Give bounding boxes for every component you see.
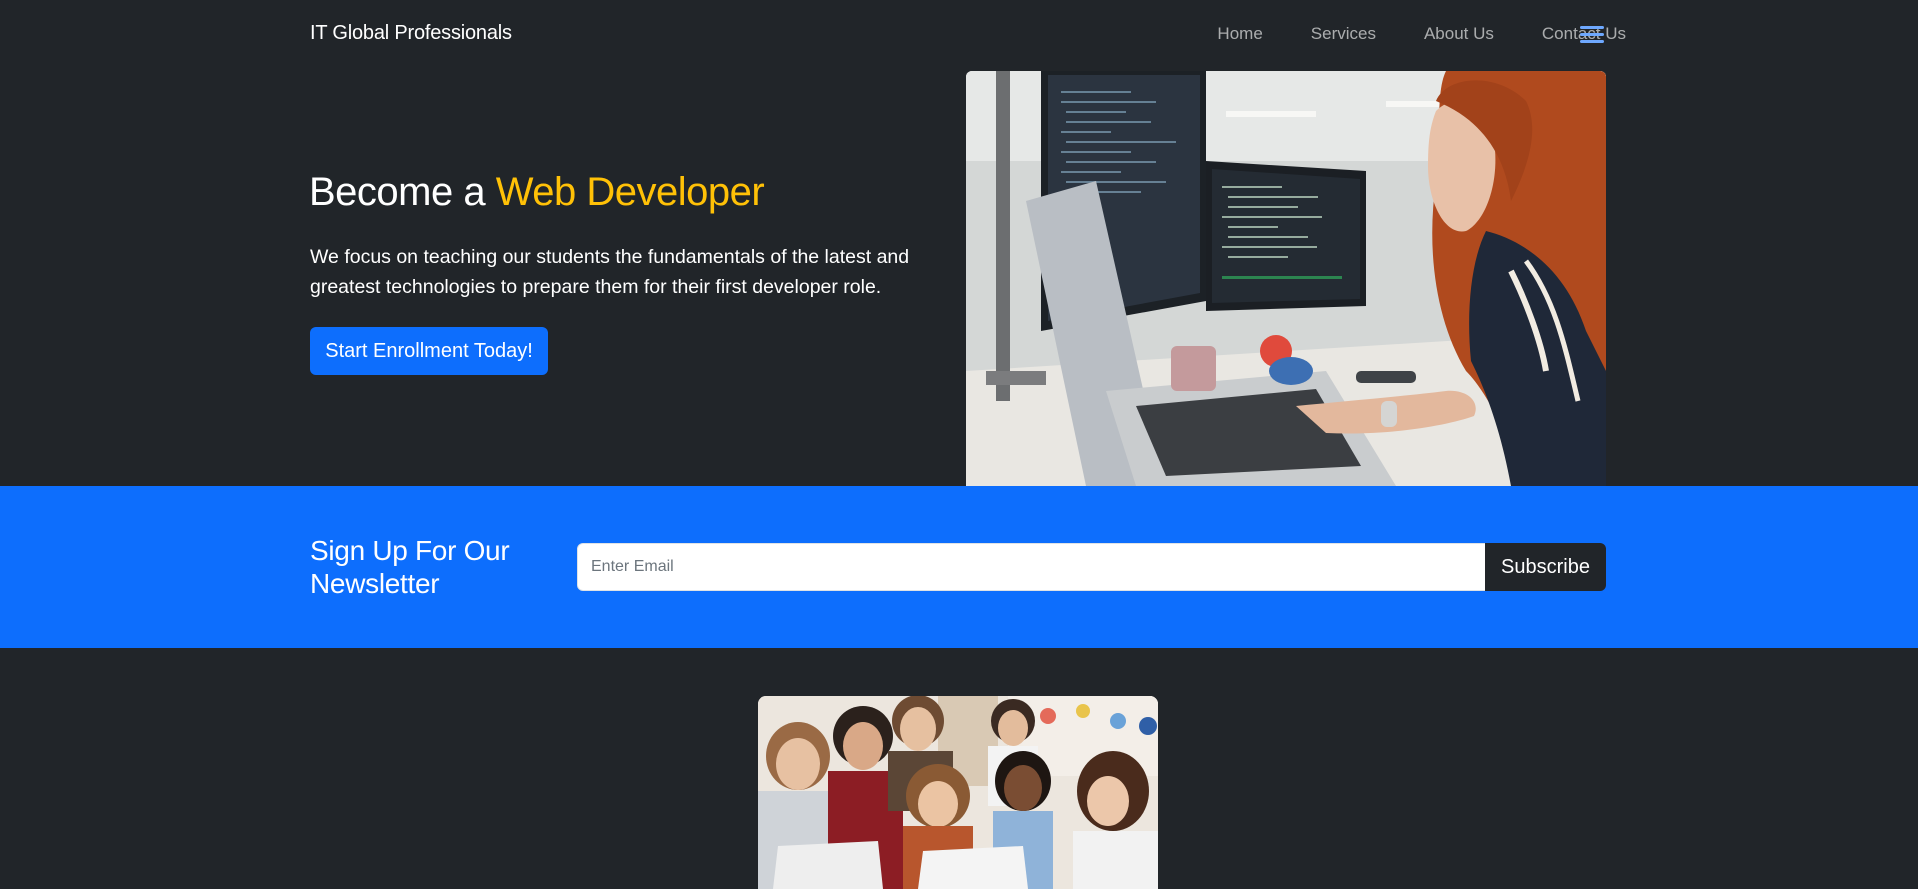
- start-enrollment-button[interactable]: Start Enrollment Today!: [310, 327, 548, 375]
- nav-link-home[interactable]: Home: [1217, 24, 1262, 44]
- nav-links: Home Services About Us Contact Us: [1217, 24, 1626, 44]
- brand-logo-link[interactable]: IT Global Professionals: [310, 22, 512, 45]
- nav-link-about-us[interactable]: About Us: [1424, 24, 1494, 44]
- hero-title: Become a Web Developer: [309, 170, 765, 215]
- email-input[interactable]: [577, 543, 1486, 591]
- subscribe-button[interactable]: Subscribe: [1485, 543, 1606, 591]
- newsletter-title: Sign Up For Our Newsletter: [310, 535, 510, 599]
- hero-description: We focus on teaching our students the fu…: [310, 246, 910, 298]
- hero-image-woman-coding: [966, 71, 1606, 486]
- hero-title-accent: Web Developer: [495, 170, 765, 214]
- hamburger-menu-icon[interactable]: [1580, 26, 1604, 46]
- woman-coding-photo-illustration: [966, 71, 1606, 486]
- newsletter-section: Sign Up For Our Newsletter Subscribe: [0, 486, 1918, 648]
- nav-link-services[interactable]: Services: [1311, 24, 1376, 44]
- hero-title-prefix: Become a: [309, 170, 496, 214]
- navbar: IT Global Professionals Home Services Ab…: [0, 0, 1918, 71]
- students-with-laptops-illustration: [758, 696, 1158, 889]
- students-image: [758, 696, 1158, 889]
